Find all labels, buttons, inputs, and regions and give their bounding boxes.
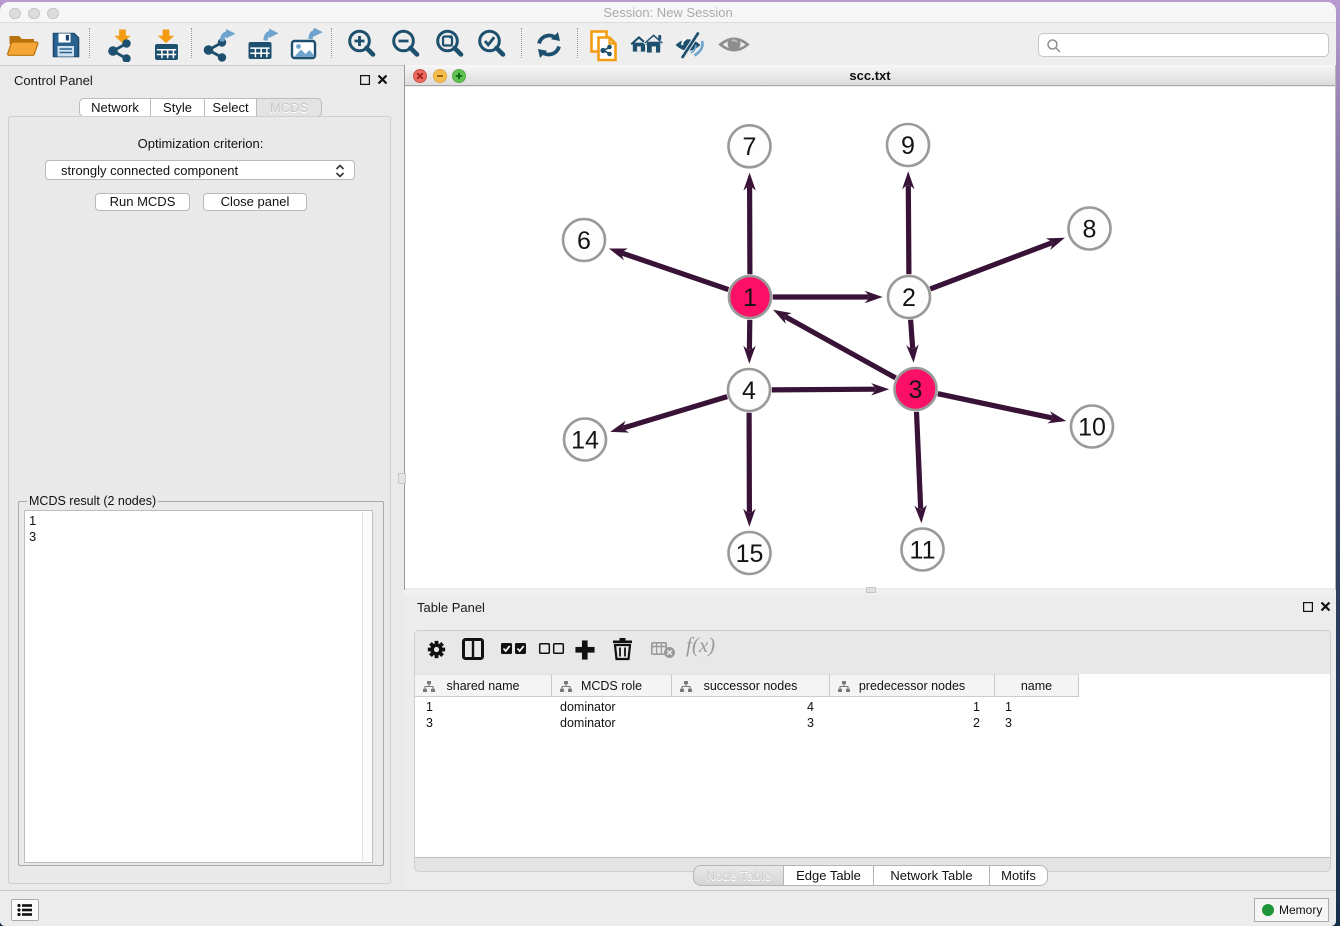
svg-text:10: 10: [1078, 413, 1106, 441]
svg-text:9: 9: [901, 132, 915, 160]
svg-text:6: 6: [577, 227, 591, 255]
svg-text:8: 8: [1083, 215, 1097, 243]
svg-text:14: 14: [571, 426, 599, 454]
svg-text:1: 1: [743, 284, 757, 312]
svg-text:4: 4: [742, 377, 756, 405]
svg-text:3: 3: [909, 376, 923, 404]
svg-text:15: 15: [736, 540, 764, 568]
svg-text:7: 7: [743, 133, 757, 161]
svg-text:11: 11: [910, 536, 936, 564]
svg-text:2: 2: [902, 284, 916, 312]
